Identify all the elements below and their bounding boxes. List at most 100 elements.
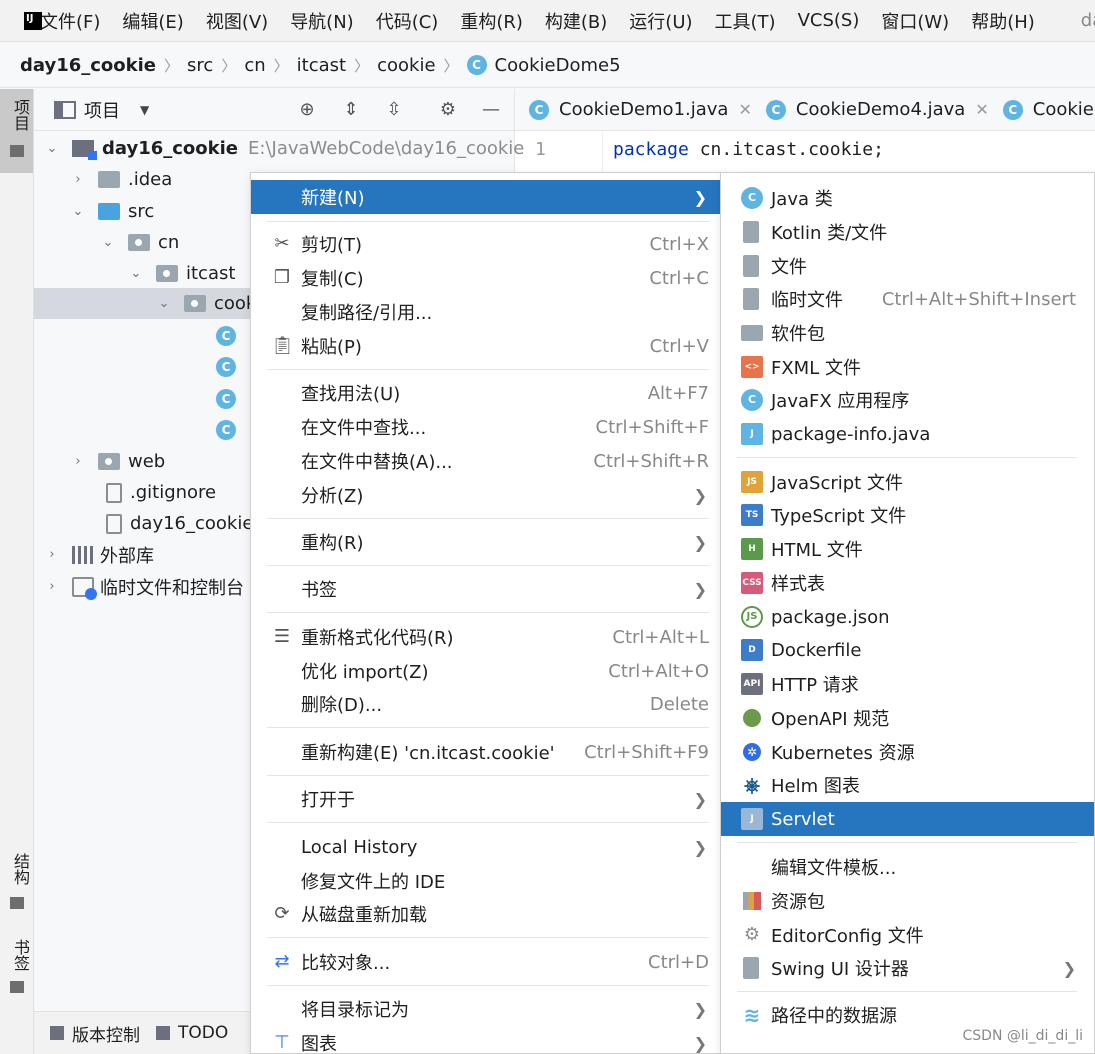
chevron-down-icon[interactable]: ⌄ [156,296,172,311]
tree-item-iml[interactable]: day16_cookie. [106,508,259,539]
tree-item-gitignore[interactable]: .gitignore [106,477,216,508]
menu-file[interactable]: 文件(F) [40,8,100,34]
chevron-down-icon[interactable]: ⌄ [44,141,60,156]
menu-item-copy[interactable]: ❐ 复制(C) Ctrl+C [251,261,721,295]
menu-help[interactable]: 帮助(H) [971,8,1035,34]
submenu-item-fxml[interactable]: <> FXML 文件 [721,350,1094,384]
submenu-item-javafx[interactable]: C JavaFX 应用程序 [721,383,1094,417]
menu-item-local-history[interactable]: Local History ❯ [251,830,721,864]
tree-item-class[interactable]: C [216,414,236,445]
submenu-item-datasource[interactable]: ≋ 路径中的数据源 [721,998,1094,1032]
tree-item-idea[interactable]: › .idea [70,164,172,195]
close-icon[interactable]: ✕ [975,100,988,119]
breadcrumb-cookie[interactable]: cookie [377,55,435,76]
submenu-item-swing[interactable]: Swing UI 设计器 ❯ [721,951,1094,985]
tree-item-scratches[interactable]: › 临时文件和控制台 [44,571,244,602]
breadcrumb-file[interactable]: CookieDome5 [495,55,621,76]
breadcrumb-project[interactable]: day16_cookie [20,55,156,76]
submenu-item-editorconfig[interactable]: ⚙ EditorConfig 文件 [721,918,1094,952]
menu-code[interactable]: 代码(C) [376,8,439,34]
submenu-item-html[interactable]: H HTML 文件 [721,532,1094,566]
submenu-item-package[interactable]: 软件包 [721,316,1094,350]
project-tool-button[interactable]: 项目 [0,89,33,173]
menu-item-new[interactable]: 新建(N) ❯ [251,180,721,214]
submenu-item-edit-templates[interactable]: 编辑文件模板... [721,850,1094,884]
menu-item-repair-ide[interactable]: 修复文件上的 IDE [251,864,721,898]
menu-item-copy-path[interactable]: 复制路径/引用... [251,295,721,329]
submenu-item-file[interactable]: 文件 [721,249,1094,283]
submenu-item-typescript[interactable]: TS TypeScript 文件 [721,498,1094,532]
submenu-item-dockerfile[interactable]: D Dockerfile [721,633,1094,667]
menu-item-open-in[interactable]: 打开于 ❯ [251,782,721,816]
menu-item-rebuild[interactable]: 重新构建(E) 'cn.itcast.cookie' Ctrl+Shift+F9 [251,735,721,769]
submenu-item-package-json[interactable]: JS package.json [721,600,1094,634]
breadcrumb-src[interactable]: src [187,55,213,76]
chevron-down-icon[interactable]: ⌄ [70,204,86,219]
tree-item-class[interactable]: C [216,320,236,351]
tree-item-itcast[interactable]: ⌄ itcast [128,258,236,289]
submenu-item-resource-bundle[interactable]: 资源包 [721,884,1094,918]
menu-item-paste[interactable]: 📋︎ 粘贴(P) Ctrl+V [251,329,721,363]
menu-item-replace-in-files[interactable]: 在文件中替换(A)... Ctrl+Shift+R [251,444,721,478]
chevron-down-icon[interactable]: ▼ [140,103,149,117]
submenu-item-stylesheet[interactable]: CSS 样式表 [721,566,1094,600]
submenu-item-http[interactable]: API HTTP 请求 [721,667,1094,701]
chevron-right-icon[interactable]: › [44,547,60,562]
tree-item-cn[interactable]: ⌄ cn [100,227,180,258]
tree-item-root[interactable]: ⌄ day16_cookie E:\JavaWebCode\day16_cook… [44,133,524,164]
bookmarks-tool-button[interactable]: 书签 [8,939,32,971]
menu-window[interactable]: 窗口(W) [881,8,949,34]
submenu-item-helm[interactable]: ⎈ Helm 图表 [721,768,1094,802]
menu-item-reload[interactable]: ⟳ 从磁盘重新加载 [251,897,721,931]
menu-item-optimize-imports[interactable]: 优化 import(Z) Ctrl+Alt+O [251,654,721,688]
minimize-icon[interactable]: — [480,99,502,121]
submenu-item-kubernetes[interactable]: ✲ Kubernetes 资源 [721,735,1094,769]
submenu-item-kotlin[interactable]: Kotlin 类/文件 [721,215,1094,249]
menu-item-bookmarks[interactable]: 书签 ❯ [251,572,721,606]
menu-item-cut[interactable]: ✂ 剪切(T) Ctrl+X [251,227,721,261]
submenu-item-package-info[interactable]: J package-info.java [721,417,1094,451]
submenu-item-servlet[interactable]: J Servlet [721,802,1094,836]
tree-item-src[interactable]: ⌄ src [70,196,155,227]
submenu-item-scratch[interactable]: 临时文件 Ctrl+Alt+Shift+Insert [721,282,1094,316]
close-icon[interactable]: ✕ [738,100,751,119]
tab-cookiedemo4[interactable]: C CookieDemo4.java ✕ [765,99,989,120]
menu-build[interactable]: 构建(B) [545,8,607,34]
breadcrumb-cn[interactable]: cn [244,55,265,76]
chevron-right-icon[interactable]: › [70,172,86,187]
tree-item-class[interactable]: C [216,383,236,414]
vcs-tool-button[interactable]: 版本控制 [50,1021,140,1046]
menu-item-find-usages[interactable]: 查找用法(U) Alt+F7 [251,376,721,410]
menu-item-mark-directory[interactable]: 将目录标记为 ❯ [251,992,721,1026]
chevron-right-icon[interactable]: › [70,454,86,469]
breadcrumb-itcast[interactable]: itcast [297,55,346,76]
menu-view[interactable]: 视图(V) [206,8,268,34]
gear-icon[interactable]: ⚙ [437,99,459,121]
menu-item-find-in-files[interactable]: 在文件中查找... Ctrl+Shift+F [251,410,721,444]
menu-item-analyze[interactable]: 分析(Z) ❯ [251,478,721,512]
tab-cookie[interactable]: C Cookie [1002,99,1094,120]
menu-run[interactable]: 运行(U) [629,8,692,34]
submenu-item-openapi[interactable]: OpenAPI 规范 [721,701,1094,735]
submenu-item-javascript[interactable]: JS JavaScript 文件 [721,465,1094,499]
menu-item-refactor[interactable]: 重构(R) ❯ [251,525,721,559]
collapse-all-icon[interactable]: ⇳ [383,99,405,121]
menu-item-diagrams[interactable]: ⊤ 图表 ❯ [251,1026,721,1054]
menu-navigate[interactable]: 导航(N) [290,8,354,34]
expand-all-icon[interactable]: ⇕ [340,99,362,121]
todo-tool-button[interactable]: TODO [156,1023,228,1043]
menu-tools[interactable]: 工具(T) [715,8,776,34]
project-panel-title[interactable]: 项目 [84,97,120,123]
structure-tool-button[interactable]: 结构 [8,853,32,885]
code-line[interactable]: package cn.itcast.cookie; [613,139,884,160]
menu-item-compare[interactable]: ⇄ 比较对象... Ctrl+D [251,945,721,979]
chevron-down-icon[interactable]: ⌄ [100,235,116,250]
tree-item-class[interactable]: C [216,351,236,382]
tree-item-web[interactable]: › web [70,446,165,477]
menu-vcs[interactable]: VCS(S) [798,10,860,31]
chevron-down-icon[interactable]: ⌄ [128,266,144,281]
menu-item-delete[interactable]: 删除(D)... Delete [251,687,721,721]
menu-edit[interactable]: 编辑(E) [122,8,183,34]
menu-item-reformat[interactable]: ☰ 重新格式化代码(R) Ctrl+Alt+L [251,620,721,654]
locate-icon[interactable]: ⊕ [296,99,318,121]
